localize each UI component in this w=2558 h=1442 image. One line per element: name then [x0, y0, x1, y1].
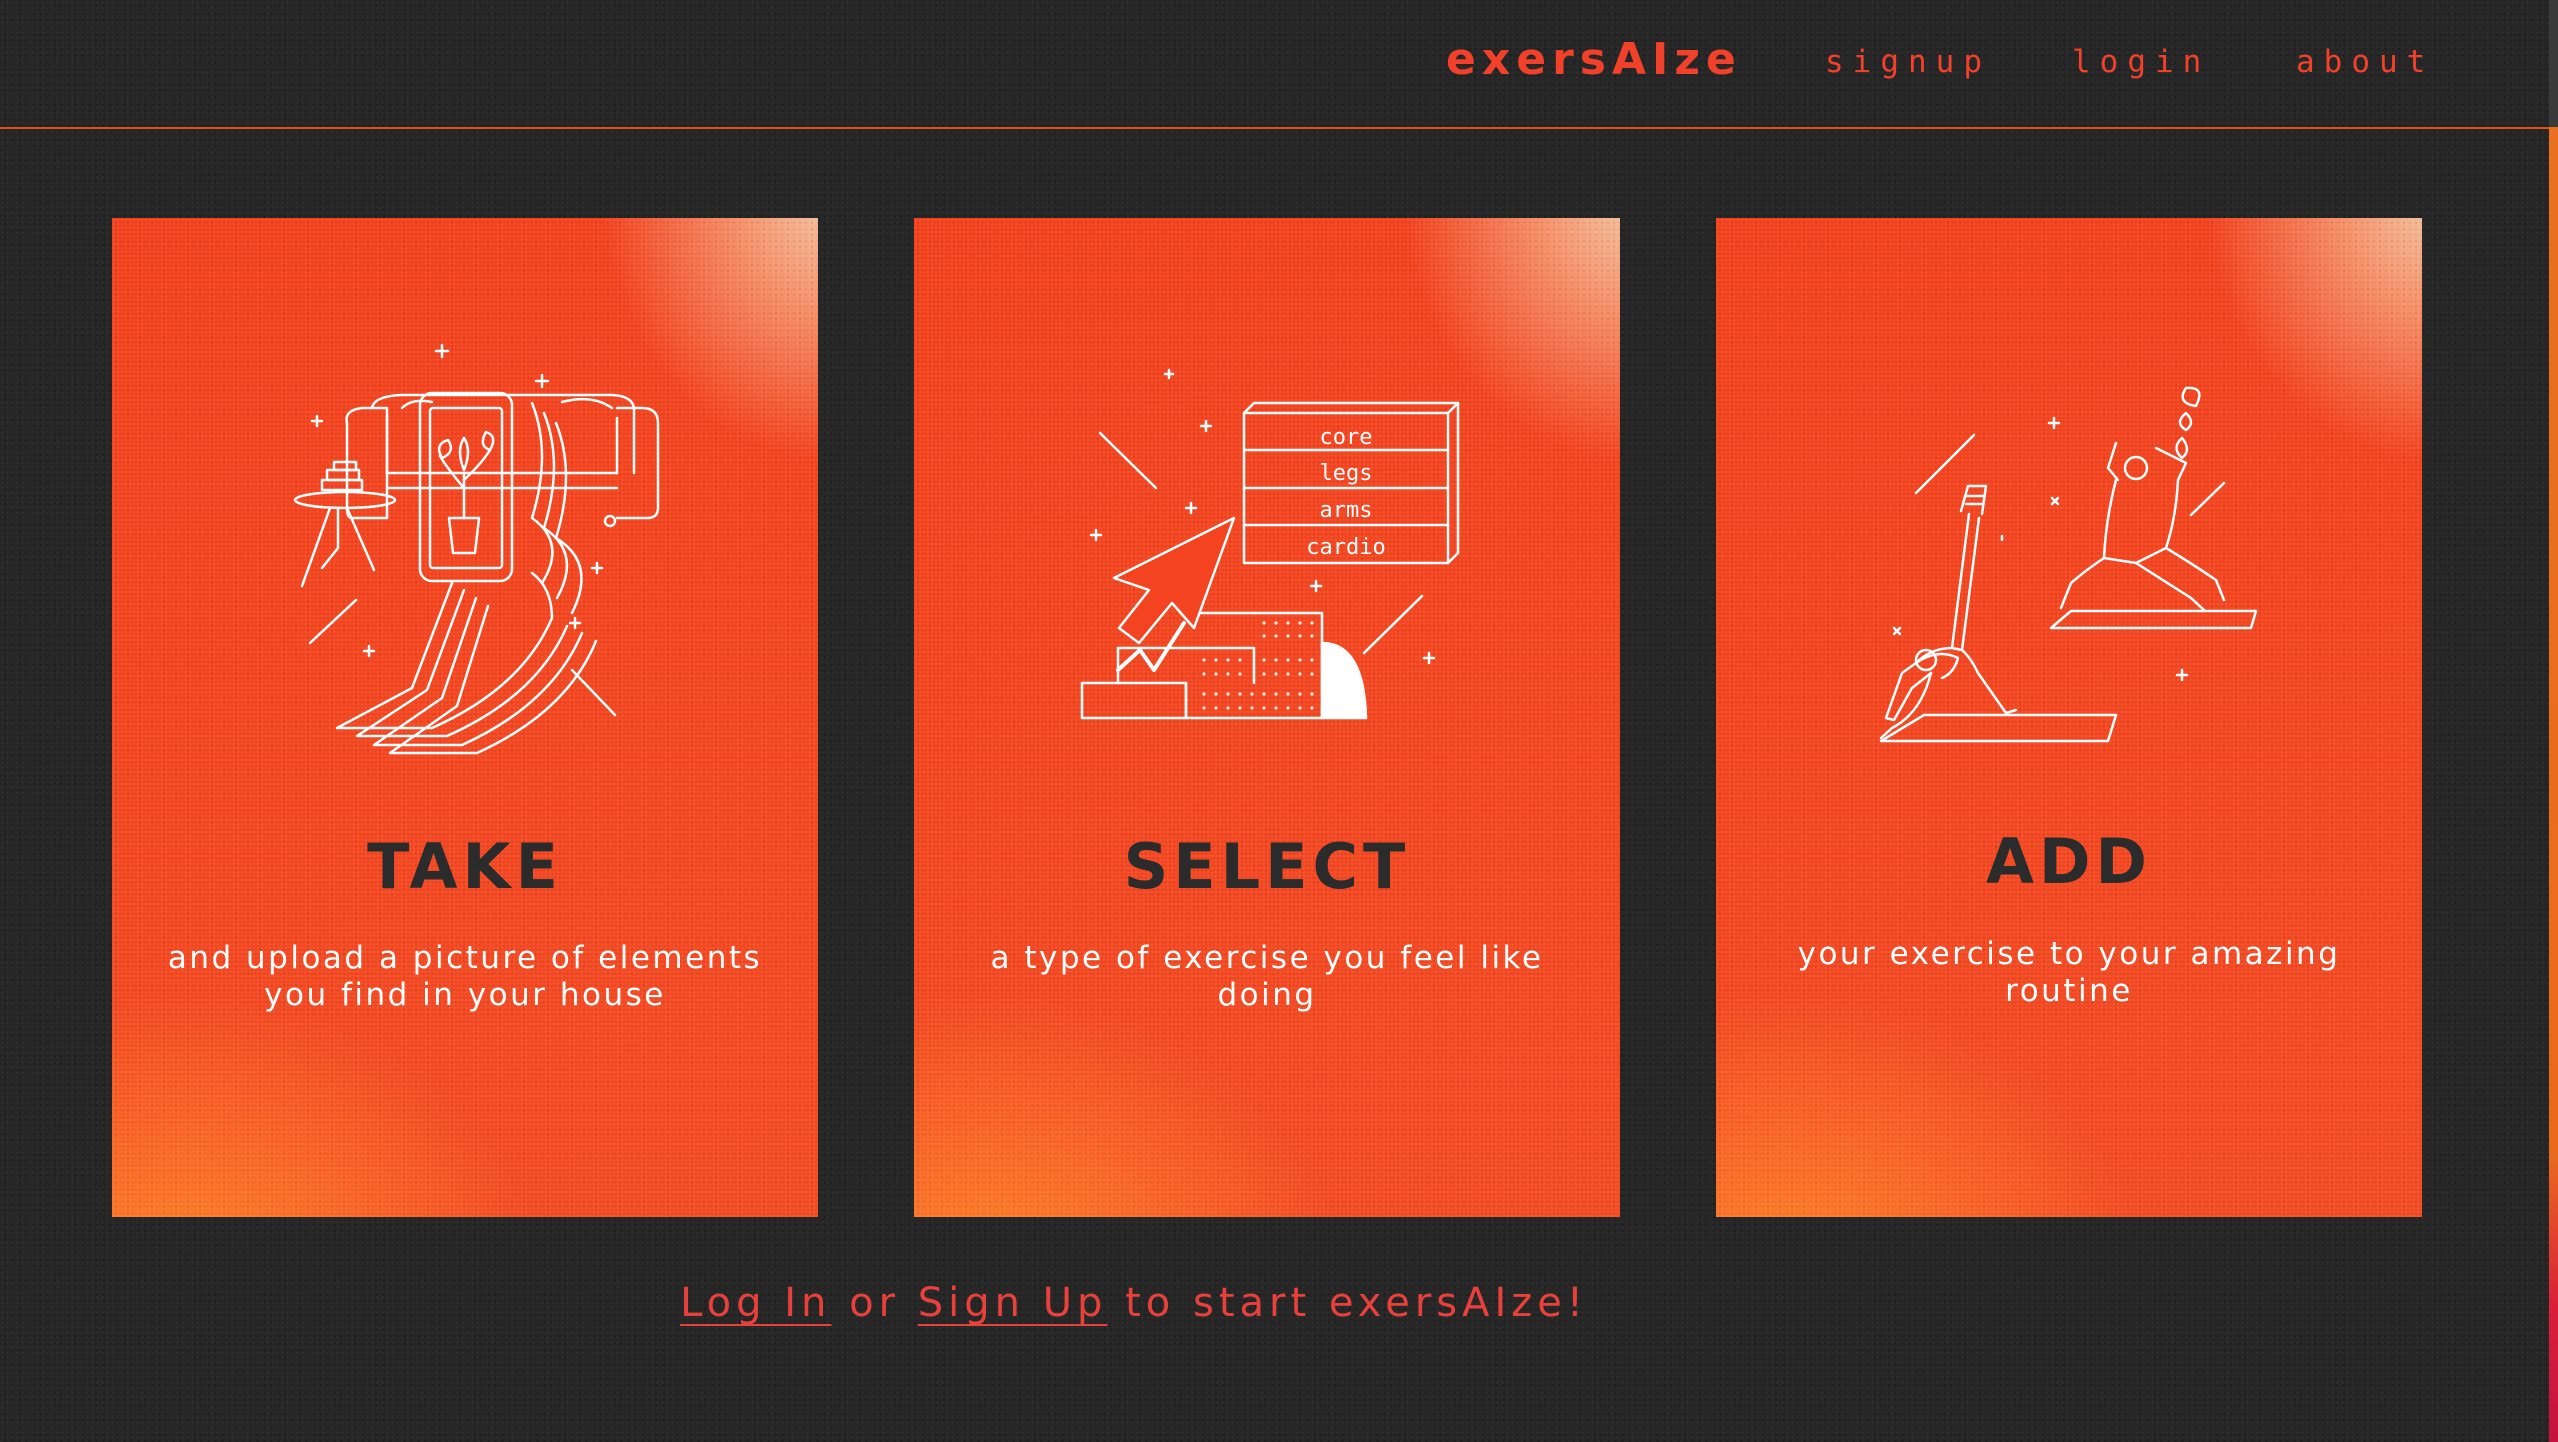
drawer-label-arms: arms	[1320, 498, 1373, 523]
nav-login-link[interactable]: login	[2072, 44, 2210, 80]
cta-signup-link[interactable]: Sign Up	[918, 1280, 1108, 1326]
card-desc-select: a type of exercise you feel like doing	[990, 940, 1544, 1013]
yoga-people-icon	[1879, 386, 2258, 743]
card-title-add: ADD	[1986, 825, 2152, 898]
card-desc-take: and upload a picture of elements you fin…	[167, 940, 763, 1013]
cta-text: Log In or Sign Up to start exersAIze!	[0, 1280, 2558, 1326]
card-add: ADD your exercise to your amazing routin…	[1716, 218, 2422, 1217]
scrollbar-thumb[interactable]	[2549, 127, 2558, 1442]
cta-login-link[interactable]: Log In	[680, 1280, 831, 1326]
card-take: TAKE and upload a picture of elements yo…	[112, 218, 818, 1217]
drawer-label-core: core	[1320, 425, 1373, 450]
drawer-label-legs: legs	[1320, 461, 1373, 486]
nav-about-link[interactable]: about	[2296, 44, 2434, 80]
phone-photo-couch-icon	[293, 343, 660, 755]
cta-rest: to start exersAIze!	[1107, 1280, 1588, 1326]
brand-logo-link[interactable]: exersAIze	[1446, 34, 1742, 85]
card-select: core legs arms cardio SELECT a type of e…	[914, 218, 1620, 1217]
cta-or: or	[831, 1280, 918, 1326]
scrollbar-track	[2549, 0, 2558, 127]
nav-signup-link[interactable]: signup	[1825, 44, 1991, 80]
cursor-select-drawers-icon: core legs arms cardio	[1080, 368, 1460, 720]
card-title-select: SELECT	[1123, 830, 1411, 903]
drawer-label-cardio: cardio	[1306, 535, 1385, 560]
card-title-take: TAKE	[367, 830, 563, 903]
navbar: exersAIze signup login about	[0, 0, 2549, 129]
card-desc-add: your exercise to your amazing routine	[1797, 936, 2341, 1009]
